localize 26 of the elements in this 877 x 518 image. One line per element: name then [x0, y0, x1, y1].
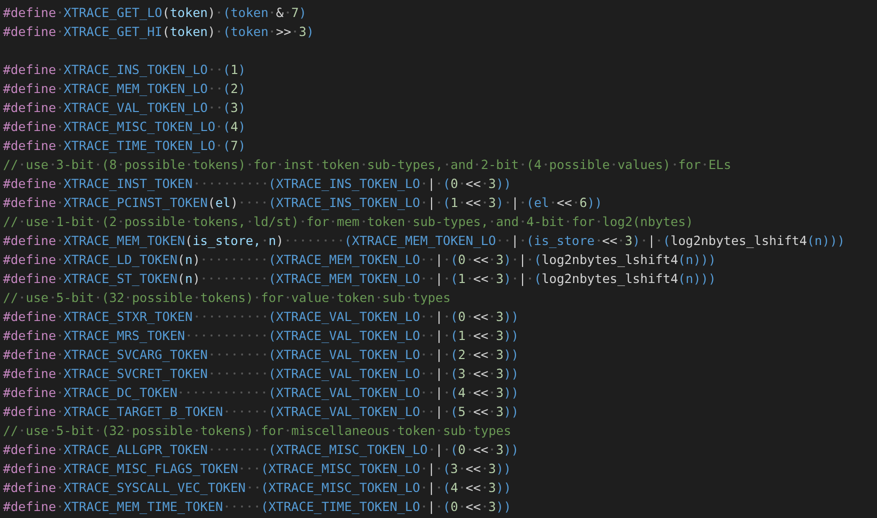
- code-line: #define XTRACE_MEM_TOKEN(is_store, n) (XTRACE_MEM_TOKEN_LO | (is_store << 3) | (log2nbytes_lshift4(n))): [3, 232, 845, 250]
- code-line: #define XTRACE_INST_TOKEN (XTRACE_INS_TOKEN_LO | (0 << 3)): [3, 175, 512, 193]
- code-line: #define XTRACE_MEM_TIME_TOKEN (XTRACE_TIME_TOKEN_LO | (0 << 3)): [3, 498, 512, 516]
- code-line: #define XTRACE_TIME_TOKEN_LO (7): [3, 137, 246, 155]
- code-line: #define XTRACE_LD_TOKEN(n) (XTRACE_MEM_TOKEN_LO | (0 << 3) | (log2nbytes_lshift4(n))): [3, 251, 716, 269]
- code-line: #define XTRACE_SVCRET_TOKEN (XTRACE_VAL_TOKEN_LO | (3 << 3)): [3, 365, 519, 383]
- code-line: #define XTRACE_INS_TOKEN_LO (1): [3, 61, 246, 79]
- code-line: #define XTRACE_SVCARG_TOKEN (XTRACE_VAL_TOKEN_LO | (2 << 3)): [3, 346, 519, 364]
- code-line: #define XTRACE_TARGET_B_TOKEN (XTRACE_VAL_TOKEN_LO | (5 << 3)): [3, 403, 519, 421]
- code-line: #define XTRACE_VAL_TOKEN_LO (3): [3, 99, 246, 117]
- code-line: #define XTRACE_STXR_TOKEN (XTRACE_VAL_TOKEN_LO | (0 << 3)): [3, 308, 519, 326]
- code-line: #define XTRACE_MRS_TOKEN (XTRACE_VAL_TOKEN_LO | (1 << 3)): [3, 327, 519, 345]
- code-line: #define XTRACE_PCINST_TOKEN(el) (XTRACE_INS_TOKEN_LO | (1 << 3) | (el << 6)): [3, 194, 602, 212]
- code-line: // use 5-bit (32 possible tokens) for value token sub types: [3, 289, 451, 307]
- code-line: #define XTRACE_MISC_TOKEN_LO (4): [3, 118, 246, 136]
- code-line: #define XTRACE_MEM_TOKEN_LO (2): [3, 80, 246, 98]
- code-line: // use 1-bit (2 possible tokens, ld/st) for mem token sub-types, and 4-bit for log2(nbytes): [3, 213, 694, 231]
- code-line: #define XTRACE_GET_HI(token) (token >> 3): [3, 23, 314, 41]
- code-line: #define XTRACE_ST_TOKEN(n) (XTRACE_MEM_TOKEN_LO | (1 << 3) | (log2nbytes_lshift4(n))): [3, 270, 716, 288]
- code-line: // use 5-bit (32 possible tokens) for miscellaneous token sub types: [3, 422, 512, 440]
- code-line: #define XTRACE_DC_TOKEN (XTRACE_VAL_TOKEN_LO | (4 << 3)): [3, 384, 519, 402]
- code-line: #define XTRACE_SYSCALL_VEC_TOKEN (XTRACE_MISC_TOKEN_LO | (4 << 3)): [3, 479, 512, 497]
- code-line: #define XTRACE_MISC_FLAGS_TOKEN (XTRACE_MISC_TOKEN_LO | (3 << 3)): [3, 460, 512, 478]
- code-line: #define XTRACE_GET_LO(token) (token & 7): [3, 4, 306, 22]
- code-line: // use 3-bit (8 possible tokens) for inst token sub-types, and 2-bit (4 possible values) for ELs: [3, 156, 732, 174]
- code-line: #define XTRACE_ALLGPR_TOKEN (XTRACE_MISC_TOKEN_LO | (0 << 3)): [3, 441, 519, 459]
